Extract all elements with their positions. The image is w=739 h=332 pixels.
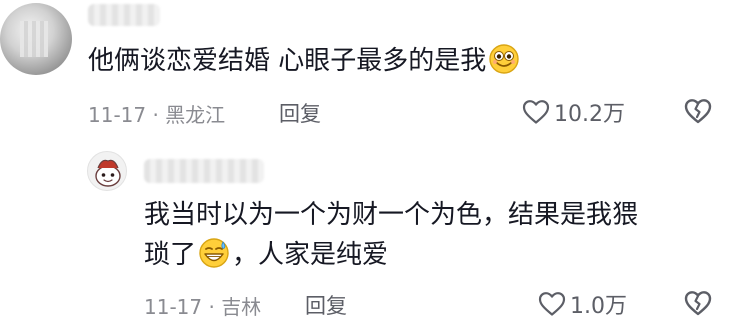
comment-meta: 11-17 · 黑龙江 — [88, 103, 226, 127]
sweat-grin-emoji-icon — [199, 238, 229, 268]
comment-body: 琐了 — [144, 240, 197, 270]
comment-body: 他俩谈恋爱结婚 心眼子最多的是我 — [88, 46, 487, 76]
comment-body: ，人家是纯爱 — [232, 240, 389, 270]
like-button[interactable]: 10.2万 — [522, 96, 625, 128]
broken-heart-icon — [684, 99, 712, 124]
like-count: 10.2万 — [554, 102, 625, 127]
heart-icon — [522, 100, 550, 124]
comment-text-line: 我当时以为一个为财一个为色，结果是我猥 — [144, 200, 639, 230]
dislike-button[interactable] — [683, 97, 713, 129]
reply-button[interactable]: 回复 — [279, 98, 321, 128]
username-blurred[interactable] — [88, 4, 160, 26]
broken-heart-icon — [684, 291, 712, 316]
comment-text: 他俩谈恋爱结婚 心眼子最多的是我 — [88, 42, 522, 80]
username-blurred[interactable] — [144, 159, 264, 183]
dislike-button[interactable] — [683, 289, 713, 321]
cartoon-avatar-icon — [95, 159, 121, 187]
avatar[interactable] — [87, 151, 127, 191]
smile-emoji-icon — [489, 44, 519, 74]
like-count: 1.0万 — [570, 294, 627, 319]
censor-mosaic — [20, 21, 48, 57]
like-button[interactable]: 1.0万 — [538, 288, 627, 320]
avatar[interactable] — [0, 3, 72, 75]
comment-meta: 11-17 · 吉林 — [144, 295, 262, 319]
reply-button[interactable]: 回复 — [305, 290, 347, 320]
heart-icon — [538, 292, 566, 316]
comment-text-line: 琐了 ，人家是纯爱 — [144, 236, 388, 274]
